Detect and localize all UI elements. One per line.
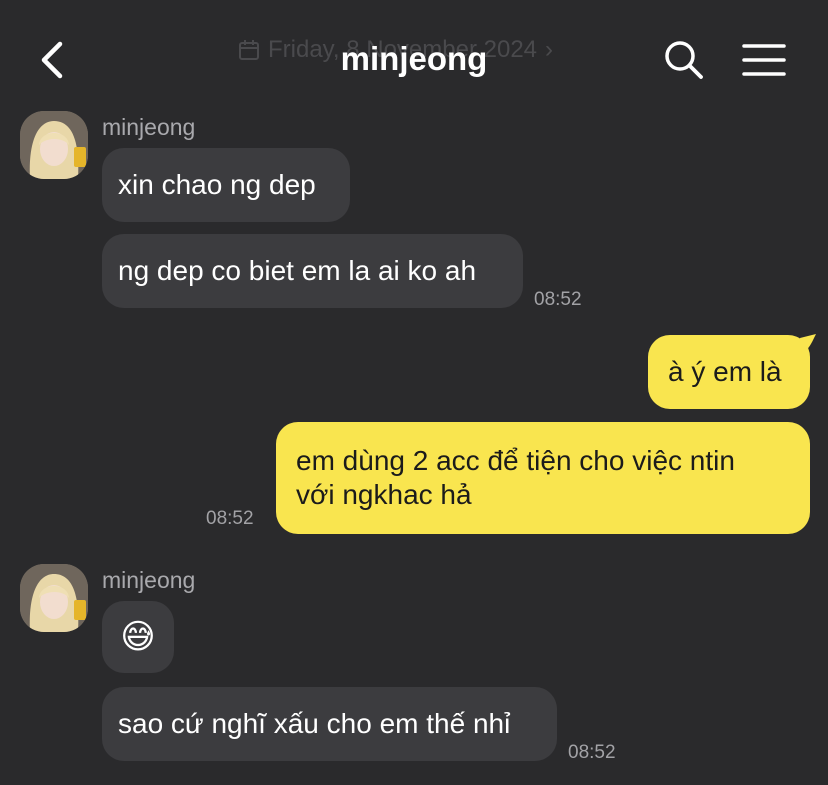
hamburger-menu-icon [742, 44, 786, 76]
message-bubble[interactable]: em dùng 2 acc để tiện cho việc ntin với … [276, 422, 810, 534]
chat-screen: Friday, 8 November 2024 › minjeong minje… [0, 0, 828, 785]
message-bubble[interactable]: sao cứ nghĩ xấu cho em thế nhỉ [102, 687, 557, 761]
sender-name: minjeong [102, 114, 196, 140]
emoji-grinning-sweat-icon: 😅 [120, 618, 156, 656]
message-bubble[interactable]: à ý em là [648, 335, 810, 409]
message-text: à ý em là [668, 356, 782, 387]
message-text-line: với ngkhac hả [296, 479, 472, 510]
bubble-tail [800, 334, 816, 354]
message-text: sao cứ nghĩ xấu cho em thế nhỉ [118, 708, 511, 739]
message-text: ng dep co biet em la ai ko ah [118, 255, 477, 286]
sender-name: minjeong [102, 567, 196, 593]
profile-photo [20, 111, 88, 179]
message-timestamp: 08:52 [568, 742, 616, 763]
profile-photo [20, 564, 88, 632]
message-timestamp: 08:52 [534, 289, 582, 310]
menu-button[interactable] [742, 42, 786, 78]
avatar[interactable] [20, 111, 88, 179]
message-bubble[interactable]: ng dep co biet em la ai ko ah [102, 234, 523, 308]
message-text-line: em dùng 2 acc để tiện cho việc ntin [296, 445, 735, 476]
search-button[interactable] [662, 38, 706, 82]
message-timestamp: 08:52 [206, 508, 254, 529]
message-bubble[interactable]: xin chao ng dep [102, 148, 350, 222]
emoji-bubble[interactable]: 😅 [102, 601, 174, 673]
search-icon [665, 41, 703, 79]
message-text: xin chao ng dep [118, 169, 316, 200]
avatar[interactable] [20, 564, 88, 632]
chat-header: Friday, 8 November 2024 › minjeong [0, 0, 828, 110]
